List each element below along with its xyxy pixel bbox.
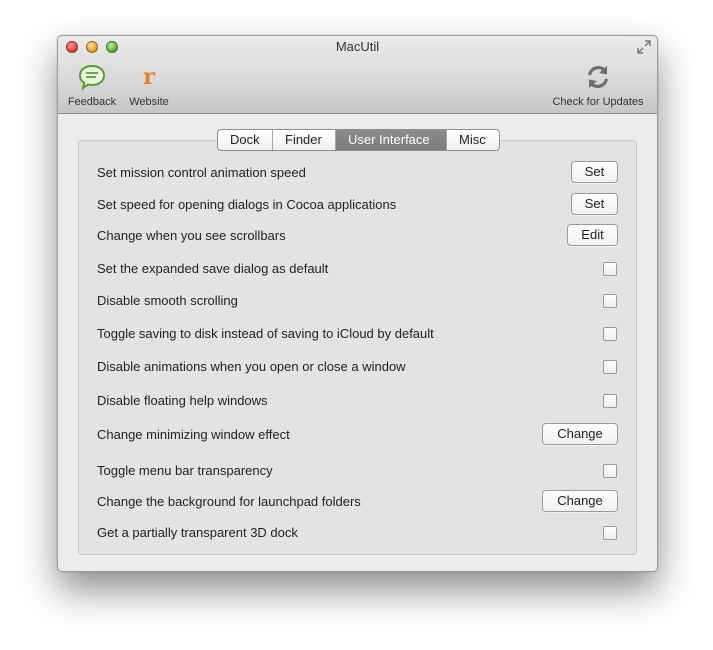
- window-animations-checkbox[interactable]: [603, 360, 617, 374]
- edit-scrollbars-button[interactable]: Edit: [567, 224, 618, 246]
- tab-dock[interactable]: Dock: [218, 130, 272, 150]
- change-minimize-effect-button[interactable]: Change: [542, 423, 618, 445]
- setting-label: Disable smooth scrolling: [97, 293, 238, 308]
- setting-label: Change minimizing window effect: [97, 427, 290, 442]
- settings-panel: Set mission control animation speed Set …: [78, 140, 637, 555]
- setting-label: Set speed for opening dialogs in Cocoa a…: [97, 197, 397, 212]
- tab-user-interface[interactable]: User Interface: [335, 130, 446, 150]
- website-toolbar-button[interactable]: r Website: [126, 62, 172, 108]
- website-icon-glyph: r: [143, 64, 155, 90]
- setting-label: Set the expanded save dialog as default: [97, 261, 329, 276]
- title-bar: MacUtil Feedback r Website Check for Upd…: [58, 36, 657, 114]
- website-icon: r: [134, 62, 164, 92]
- setting-row-cocoa-dialog-speed: Set speed for opening dialogs in Cocoa a…: [97, 193, 618, 217]
- menu-bar-transparency-checkbox[interactable]: [603, 464, 617, 478]
- tab-finder[interactable]: Finder: [272, 130, 335, 150]
- setting-label: Set mission control animation speed: [97, 165, 306, 180]
- setting-label: Change when you see scrollbars: [97, 228, 286, 243]
- icloud-saving-checkbox[interactable]: [603, 327, 617, 341]
- window-title: MacUtil: [335, 39, 380, 54]
- setting-label: Disable floating help windows: [97, 393, 268, 408]
- setting-row-minimize-effect: Change minimizing window effect Change: [97, 423, 618, 447]
- setting-label: Disable animations when you open or clos…: [97, 359, 406, 374]
- setting-row-floating-help: Disable floating help windows: [97, 389, 618, 413]
- smooth-scrolling-checkbox[interactable]: [603, 294, 617, 308]
- setting-label: Change the background for launchpad fold…: [97, 494, 361, 509]
- tab-misc[interactable]: Misc: [446, 130, 499, 150]
- setting-row-scrollbars: Change when you see scrollbars Edit: [97, 224, 618, 248]
- feedback-toolbar-button[interactable]: Feedback: [66, 62, 118, 108]
- setting-label: Toggle menu bar transparency: [97, 463, 273, 478]
- setting-row-mission-control-speed: Set mission control animation speed Set: [97, 161, 618, 185]
- floating-help-checkbox[interactable]: [603, 394, 617, 408]
- website-label: Website: [129, 96, 169, 108]
- setting-row-transparent-3d-dock: Get a partially transparent 3D dock: [97, 521, 618, 545]
- setting-row-expanded-save-dialog: Set the expanded save dialog as default: [97, 257, 618, 281]
- set-mission-control-speed-button[interactable]: Set: [571, 161, 618, 183]
- expanded-save-dialog-checkbox[interactable]: [603, 262, 617, 276]
- transparent-3d-dock-checkbox[interactable]: [603, 526, 617, 540]
- setting-row-icloud-saving: Toggle saving to disk instead of saving …: [97, 322, 618, 346]
- set-cocoa-dialog-speed-button[interactable]: Set: [571, 193, 618, 215]
- refresh-icon: [587, 66, 609, 88]
- change-launchpad-background-button[interactable]: Change: [542, 490, 618, 512]
- setting-label: Get a partially transparent 3D dock: [97, 525, 298, 540]
- check-for-updates-label: Check for Updates: [552, 96, 644, 108]
- tab-bar: Dock Finder User Interface Misc: [217, 129, 500, 151]
- setting-row-menu-bar-transparency: Toggle menu bar transparency: [97, 459, 618, 483]
- setting-row-window-animations: Disable animations when you open or clos…: [97, 355, 618, 379]
- setting-label: Toggle saving to disk instead of saving …: [97, 326, 434, 341]
- check-for-updates-toolbar-button[interactable]: Check for Updates: [546, 62, 650, 108]
- speech-bubble-icon: [78, 64, 106, 91]
- feedback-label: Feedback: [67, 96, 117, 108]
- setting-row-smooth-scrolling: Disable smooth scrolling: [97, 289, 618, 313]
- fullscreen-icon[interactable]: [637, 40, 651, 54]
- setting-row-launchpad-background: Change the background for launchpad fold…: [97, 490, 618, 514]
- macutil-window: MacUtil Feedback r Website Check for Upd…: [57, 35, 658, 572]
